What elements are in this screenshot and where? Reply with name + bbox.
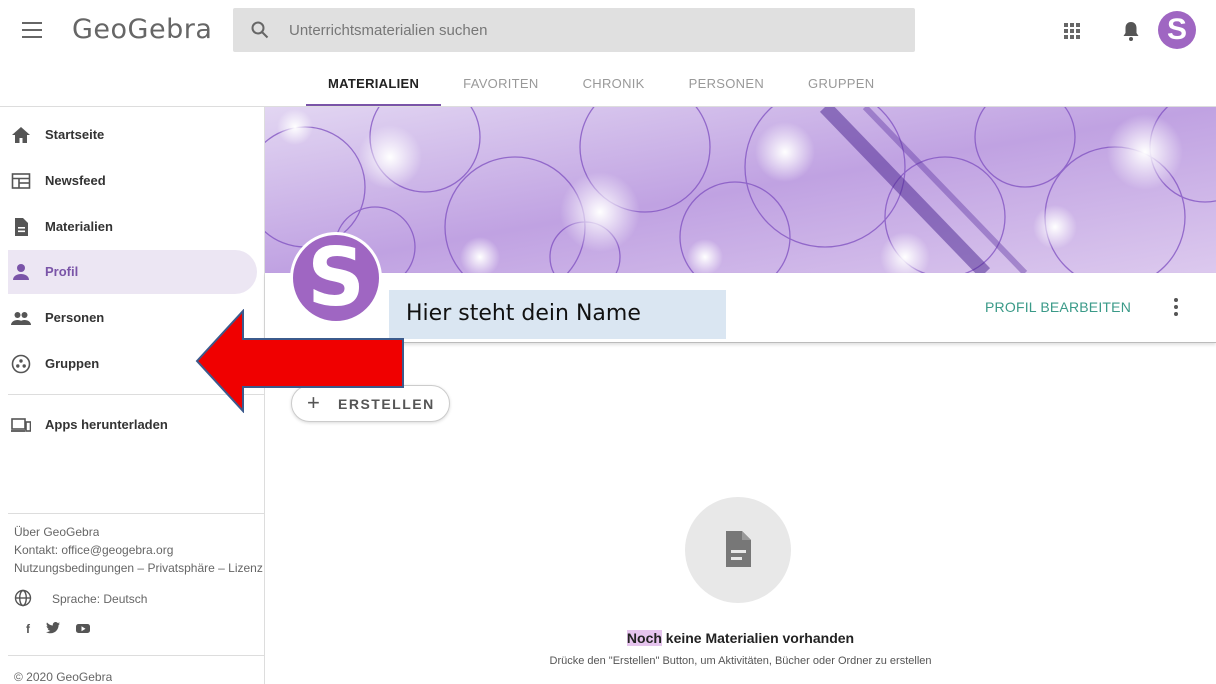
profile-banner	[265, 107, 1216, 273]
sidebar-item-label: Gruppen	[45, 356, 100, 371]
groups-icon	[11, 354, 31, 374]
document-icon	[15, 218, 28, 236]
red-arrow-annotation	[195, 309, 404, 413]
tab-personen[interactable]: PERSONEN	[667, 64, 786, 106]
apps-grid-icon[interactable]	[1064, 23, 1080, 39]
sidebar-item-label: Personen	[45, 310, 105, 325]
youtube-icon[interactable]	[76, 622, 90, 634]
empty-state-title: Noch keine Materialien vorhanden	[265, 630, 1216, 646]
top-bar: GeoGebra S	[0, 0, 1216, 62]
sidebar-item-label: Apps herunterladen	[45, 417, 168, 432]
search-icon	[251, 21, 269, 39]
user-avatar[interactable]: S	[1158, 11, 1196, 49]
sidebar-item-label: Materialien	[45, 219, 113, 234]
social-links: f	[26, 622, 90, 636]
profile-tabs: MATERIALIEN FAVORITEN CHRONIK PERSONEN G…	[306, 64, 896, 106]
more-options-icon[interactable]	[1173, 298, 1179, 318]
tab-materialien[interactable]: MATERIALIEN	[306, 64, 442, 106]
empty-state-subtitle: Drücke den "Erstellen" Button, um Aktivi…	[549, 655, 932, 667]
sidebar-item-newsfeed[interactable]: Newsfeed	[8, 159, 257, 203]
person-icon	[13, 264, 29, 280]
sidebar-item-materialien[interactable]: Materialien	[8, 205, 257, 249]
edit-profile-button[interactable]: PROFIL BEARBEITEN	[985, 299, 1131, 315]
tab-favoriten[interactable]: FAVORITEN	[441, 64, 560, 106]
tab-chronik[interactable]: CHRONIK	[561, 64, 667, 106]
sidebar-divider	[8, 513, 264, 514]
legal-links[interactable]: Nutzungsbedingungen – Privatsphäre – Liz…	[14, 561, 263, 575]
copyright-text: © 2020 GeoGebra	[14, 670, 113, 684]
search-input[interactable]	[289, 8, 889, 52]
fractal-banner-image	[265, 107, 1216, 273]
profile-name: Hier steht dein Name	[389, 290, 726, 339]
sidebar-item-label: Newsfeed	[45, 173, 106, 188]
geogebra-logo[interactable]: GeoGebra	[72, 14, 212, 45]
language-selector[interactable]: Sprache: Deutsch	[52, 592, 147, 606]
sidebar-item-label: Profil	[45, 264, 79, 279]
menu-icon[interactable]	[22, 22, 42, 40]
facebook-icon[interactable]: f	[26, 622, 30, 636]
sidebar-divider	[8, 655, 264, 656]
sidebar-item-profil[interactable]: Profil	[8, 250, 257, 294]
sidebar-item-label: Startseite	[45, 127, 105, 142]
people-icon	[11, 312, 31, 325]
sidebar-item-startseite[interactable]: Startseite	[8, 113, 257, 157]
empty-state-title-rest: keine Materialien vorhanden	[661, 630, 855, 646]
twitter-icon[interactable]	[46, 622, 60, 634]
notification-bell-icon[interactable]	[1122, 20, 1140, 42]
contact-link[interactable]: Kontakt: office@geogebra.org	[14, 543, 173, 557]
home-icon	[12, 127, 30, 143]
empty-state-illustration	[685, 497, 791, 603]
document-icon	[726, 531, 751, 567]
newsfeed-icon	[11, 173, 31, 189]
highlighted-word: Noch	[626, 630, 662, 646]
globe-icon	[14, 589, 32, 607]
about-link[interactable]: Über GeoGebra	[14, 525, 99, 539]
search-bar[interactable]	[233, 8, 915, 52]
devices-icon	[11, 418, 31, 432]
tab-gruppen[interactable]: GRUPPEN	[786, 64, 896, 106]
